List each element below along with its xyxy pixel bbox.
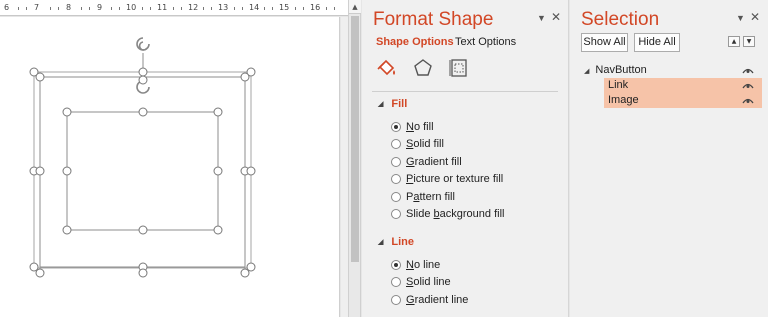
ruler-label: 10 [126,3,137,12]
radio-solid-line[interactable]: Solid line [391,276,451,288]
ruler-label: 9 [97,3,103,12]
tab-shape-options[interactable]: Shape Options [376,36,454,48]
ruler-label: 13 [218,3,229,12]
slide-canvas-area: 6 7 8 9 10 11 12 13 14 15 16 [0,0,348,317]
line-section-header[interactable]: ◢ Line [378,236,414,248]
radio-button[interactable] [391,157,401,167]
radio-gradient-fill[interactable]: Gradient fill [391,156,462,168]
selection-pane: Selection ▼ ✕ Show All Hide All ▲ ▼ ◢ Nav… [570,0,768,317]
radio-label: Pattern fill [406,191,455,203]
radio-label: Gradient line [406,294,469,306]
fill-section-label: Fill [391,98,408,110]
pane-options-dropdown-icon[interactable]: ▼ [736,13,745,23]
radio-button[interactable] [391,209,401,219]
ruler-label: 8 [66,3,72,12]
radio-picture-fill[interactable]: Picture or texture fill [391,173,503,185]
radio-label: Slide background fill [406,208,505,220]
radio-slide-background-fill[interactable]: Slide background fill [391,208,504,220]
collapse-triangle-icon[interactable]: ◢ [584,67,589,75]
ruler-label: 16 [310,3,321,12]
show-all-button[interactable]: Show All [581,33,628,52]
selected-shapes[interactable] [0,17,340,317]
inner-shape-outline [66,111,219,231]
slide[interactable] [0,17,340,317]
radio-button[interactable] [391,122,401,132]
send-backward-icon[interactable]: ▼ [743,36,755,47]
radio-no-fill[interactable]: No fill [391,121,434,133]
resize-handles [29,67,256,278]
ruler-label: 6 [4,3,10,12]
vertical-scrollbar[interactable]: ▲ [348,0,361,317]
radio-no-line[interactable]: No line [391,259,440,271]
radio-label: Solid fill [406,138,444,150]
tree-item-label: Link [608,79,629,91]
ruler-label: 12 [188,3,199,12]
horizontal-ruler[interactable]: 6 7 8 9 10 11 12 13 14 15 16 [0,0,348,16]
fill-line-icon[interactable] [376,58,398,78]
radio-gradient-line[interactable]: Gradient line [391,294,468,306]
ruler-label: 15 [279,3,290,12]
ruler-label: 14 [249,3,260,12]
tree-item-label: NavButton [595,64,647,76]
radio-label: No line [406,259,441,271]
close-icon[interactable]: ✕ [551,10,561,24]
visibility-eye-icon[interactable] [742,97,754,104]
effects-pentagon-icon[interactable] [412,58,434,78]
hide-all-button[interactable]: Hide All [634,33,680,52]
bring-forward-icon[interactable]: ▲ [728,36,740,47]
radio-button[interactable] [391,260,401,270]
radio-button[interactable] [391,295,401,305]
radio-label: No fill [406,121,434,133]
visibility-eye-icon[interactable] [742,67,754,74]
radio-label: Picture or texture fill [406,173,504,185]
tab-text-options[interactable]: Text Options [455,36,516,48]
radio-pattern-fill[interactable]: Pattern fill [391,191,455,203]
ruler-label: 7 [34,3,40,12]
tree-item-link[interactable]: Link [604,78,762,93]
scroll-up-icon[interactable]: ▲ [349,0,361,14]
size-properties-icon[interactable] [448,58,470,78]
pane-options-dropdown-icon[interactable]: ▼ [537,13,546,23]
line-section-label: Line [391,236,415,248]
tree-item-label: Image [608,94,639,106]
divider [372,91,558,92]
visibility-eye-icon[interactable] [742,82,754,89]
radio-button[interactable] [391,174,401,184]
pane-title: Selection [581,9,660,30]
ruler-label: 11 [157,3,168,12]
tree-item-navbutton[interactable]: ◢ NavButton [584,63,762,78]
scroll-thumb[interactable] [351,16,359,262]
tree-item-image[interactable]: Image [604,93,762,108]
radio-label: Solid line [406,276,451,288]
radio-solid-fill[interactable]: Solid fill [391,138,444,150]
collapse-triangle-icon: ◢ [378,101,384,108]
radio-button[interactable] [391,192,401,202]
pane-title: Format Shape [373,9,494,30]
radio-button[interactable] [391,139,401,149]
canvas-gutter [341,17,348,317]
close-icon[interactable]: ✕ [750,10,760,24]
fill-section-header[interactable]: ◢ Fill [378,98,407,110]
collapse-triangle-icon: ◢ [378,239,384,246]
radio-button[interactable] [391,277,401,287]
radio-label: Gradient fill [406,156,462,168]
format-shape-pane: Format Shape ▼ ✕ Shape Options Text Opti… [362,0,569,317]
